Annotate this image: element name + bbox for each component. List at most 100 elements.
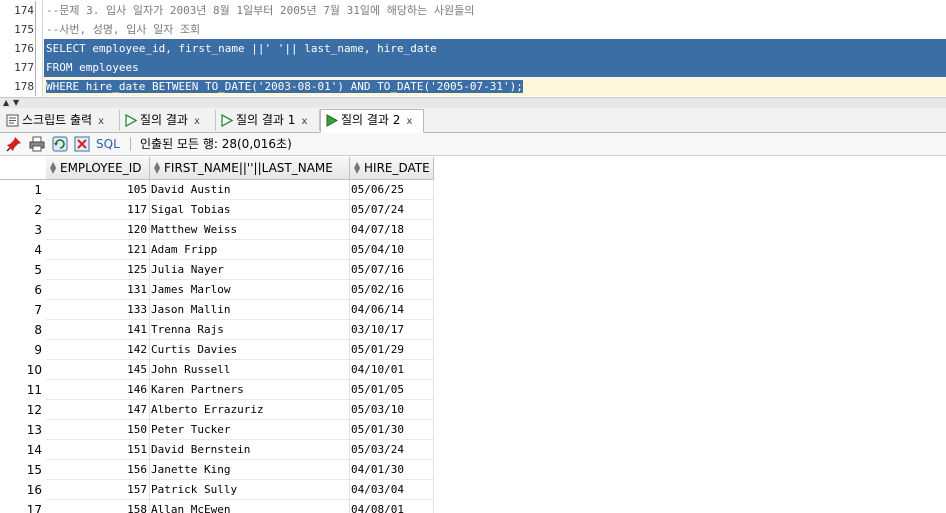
cell-employee-id[interactable]: 121 <box>46 240 150 260</box>
table-row[interactable]: 17 158 Allan McEwen 04/08/01 <box>0 500 434 513</box>
cell-hire-date[interactable]: 04/01/30 <box>350 460 434 480</box>
code-line-selected[interactable]: SELECT employee_id, first_name ||' '|| l… <box>44 39 946 58</box>
cell-full-name[interactable]: David Austin <box>150 180 350 200</box>
table-row[interactable]: 9 142 Curtis Davies 05/01/29 <box>0 340 434 360</box>
cell-employee-id[interactable]: 120 <box>46 220 150 240</box>
cell-full-name[interactable]: John Russell <box>150 360 350 380</box>
cell-hire-date[interactable]: 05/01/05 <box>350 380 434 400</box>
cell-employee-id[interactable]: 151 <box>46 440 150 460</box>
table-row[interactable]: 10 145 John Russell 04/10/01 <box>0 360 434 380</box>
cell-hire-date[interactable]: 05/07/24 <box>350 200 434 220</box>
cell-hire-date[interactable]: 05/01/29 <box>350 340 434 360</box>
table-row[interactable]: 7 133 Jason Mallin 04/06/14 <box>0 300 434 320</box>
table-row[interactable]: 11 146 Karen Partners 05/01/05 <box>0 380 434 400</box>
tab-query-result[interactable]: 질의 결과 x <box>120 110 216 131</box>
table-row[interactable]: 13 150 Peter Tucker 05/01/30 <box>0 420 434 440</box>
table-row[interactable]: 16 157 Patrick Sully 04/03/04 <box>0 480 434 500</box>
pin-icon[interactable] <box>6 136 22 152</box>
cell-hire-date[interactable]: 04/06/14 <box>350 300 434 320</box>
collapse-up-icon[interactable]: ▲ <box>3 98 9 107</box>
close-icon[interactable]: x <box>98 116 104 127</box>
tab-script-output[interactable]: 스크립트 출력 x <box>2 110 120 131</box>
result-grid[interactable]: ▲ ▼ EMPLOYEE_ID ▲ ▼ FIRST_NAME||''||LAST_NAM… <box>0 157 946 513</box>
table-row[interactable]: 14 151 David Bernstein 05/03/24 <box>0 440 434 460</box>
cell-hire-date[interactable]: 05/07/16 <box>350 260 434 280</box>
column-header-employee-id[interactable]: ▲ ▼ EMPLOYEE_ID <box>46 157 150 179</box>
cell-full-name[interactable]: Patrick Sully <box>150 480 350 500</box>
cell-full-name[interactable]: Adam Fripp <box>150 240 350 260</box>
cell-hire-date[interactable]: 05/01/30 <box>350 420 434 440</box>
code-comment-line[interactable]: --문제 3. 입사 일자가 2003년 8월 1일부터 2005년 7월 31… <box>44 1 946 20</box>
cell-hire-date[interactable]: 05/02/16 <box>350 280 434 300</box>
table-row[interactable]: 6 131 James Marlow 05/02/16 <box>0 280 434 300</box>
cell-employee-id[interactable]: 125 <box>46 260 150 280</box>
code-comment-line[interactable]: --사번, 성명, 입사 일자 조회 <box>44 20 946 39</box>
cell-employee-id[interactable]: 146 <box>46 380 150 400</box>
table-row[interactable]: 3 120 Matthew Weiss 04/07/18 <box>0 220 434 240</box>
row-number: 11 <box>0 380 44 400</box>
table-row[interactable]: 2 117 Sigal Tobias 05/07/24 <box>0 200 434 220</box>
delete-icon[interactable] <box>74 136 90 152</box>
code-line-current[interactable]: WHERE hire_date BETWEEN TO_DATE('2003-08… <box>44 77 946 96</box>
row-number: 15 <box>0 460 44 480</box>
table-row[interactable]: 5 125 Julia Nayer 05/07/16 <box>0 260 434 280</box>
table-row[interactable]: 12 147 Alberto Errazuriz 05/03/10 <box>0 400 434 420</box>
column-header-full-name[interactable]: ▲ ▼ FIRST_NAME||''||LAST_NAME <box>150 157 350 179</box>
cell-employee-id[interactable]: 105 <box>46 180 150 200</box>
cell-full-name[interactable]: Jason Mallin <box>150 300 350 320</box>
line-number: 178 <box>14 80 34 93</box>
run-query-icon <box>221 114 233 127</box>
cell-employee-id[interactable]: 117 <box>46 200 150 220</box>
cell-full-name[interactable]: David Bernstein <box>150 440 350 460</box>
cell-hire-date[interactable]: 04/10/01 <box>350 360 434 380</box>
cell-employee-id[interactable]: 145 <box>46 360 150 380</box>
cell-employee-id[interactable]: 141 <box>46 320 150 340</box>
cell-hire-date[interactable]: 05/03/10 <box>350 400 434 420</box>
script-output-icon <box>6 114 19 127</box>
print-icon[interactable] <box>29 136 45 152</box>
close-icon[interactable]: x <box>406 116 412 127</box>
grid-header: ▲ ▼ EMPLOYEE_ID ▲ ▼ FIRST_NAME||''||LAST_NAM… <box>0 157 434 180</box>
cell-full-name[interactable]: Matthew Weiss <box>150 220 350 240</box>
table-row[interactable]: 4 121 Adam Fripp 05/04/10 <box>0 240 434 260</box>
cell-full-name[interactable]: Alberto Errazuriz <box>150 400 350 420</box>
cell-employee-id[interactable]: 156 <box>46 460 150 480</box>
cell-full-name[interactable]: James Marlow <box>150 280 350 300</box>
cell-employee-id[interactable]: 158 <box>46 500 150 513</box>
cell-hire-date[interactable]: 04/03/04 <box>350 480 434 500</box>
cell-hire-date[interactable]: 03/10/17 <box>350 320 434 340</box>
cell-hire-date[interactable]: 05/04/10 <box>350 240 434 260</box>
cell-full-name[interactable]: Allan McEwen <box>150 500 350 513</box>
cell-hire-date[interactable]: 04/07/18 <box>350 220 434 240</box>
cell-full-name[interactable]: Sigal Tobias <box>150 200 350 220</box>
column-header-hire-date[interactable]: ▲ ▼ HIRE_DATE <box>350 157 434 179</box>
table-row[interactable]: 1 105 David Austin 05/06/25 <box>0 180 434 200</box>
cell-employee-id[interactable]: 150 <box>46 420 150 440</box>
table-row[interactable]: 8 141 Trenna Rajs 03/10/17 <box>0 320 434 340</box>
cell-employee-id[interactable]: 133 <box>46 300 150 320</box>
cell-hire-date[interactable]: 05/03/24 <box>350 440 434 460</box>
cell-full-name[interactable]: Peter Tucker <box>150 420 350 440</box>
sql-button[interactable]: SQL <box>96 136 120 152</box>
cell-full-name[interactable]: Curtis Davies <box>150 340 350 360</box>
code-line-selected[interactable]: FROM employees <box>44 58 946 77</box>
cell-full-name[interactable]: Julia Nayer <box>150 260 350 280</box>
refresh-icon[interactable] <box>52 136 68 152</box>
cell-full-name[interactable]: Karen Partners <box>150 380 350 400</box>
table-row[interactable]: 15 156 Janette King 04/01/30 <box>0 460 434 480</box>
cell-hire-date[interactable]: 04/08/01 <box>350 500 434 513</box>
cell-full-name[interactable]: Janette King <box>150 460 350 480</box>
cell-full-name[interactable]: Trenna Rajs <box>150 320 350 340</box>
close-icon[interactable]: x <box>194 116 200 127</box>
cell-employee-id[interactable]: 157 <box>46 480 150 500</box>
tab-query-result-2[interactable]: 질의 결과 2 x <box>320 109 424 133</box>
cell-employee-id[interactable]: 147 <box>46 400 150 420</box>
cell-employee-id[interactable]: 131 <box>46 280 150 300</box>
cell-employee-id[interactable]: 142 <box>46 340 150 360</box>
close-icon[interactable]: x <box>301 116 307 127</box>
cell-hire-date[interactable]: 05/06/25 <box>350 180 434 200</box>
collapse-down-icon[interactable]: ▼ <box>13 98 19 107</box>
tab-query-result-1[interactable]: 질의 결과 1 x <box>216 110 320 131</box>
sql-editor[interactable]: 174 175 176 177 178 --문제 3. 입사 일자가 2003년… <box>0 0 946 97</box>
tab-label: 질의 결과 1 <box>236 113 296 127</box>
